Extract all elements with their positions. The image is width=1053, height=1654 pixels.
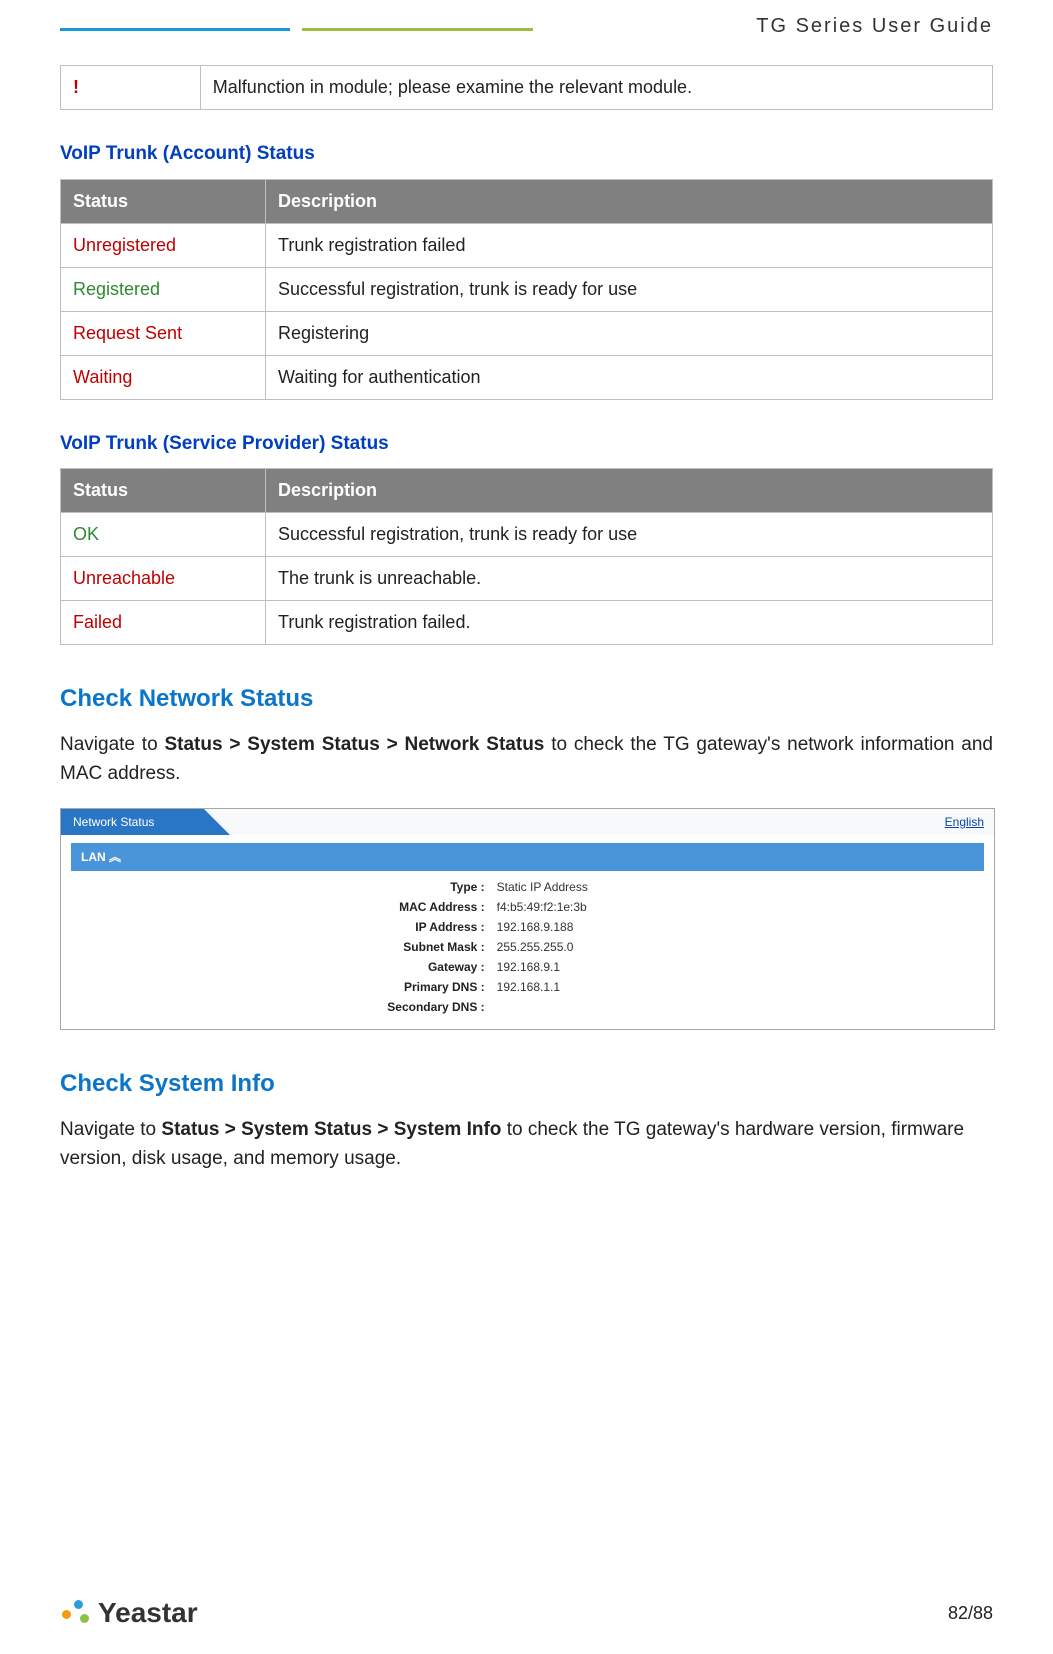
page-number: 82/88 bbox=[948, 1600, 993, 1627]
field-value: f4:b5:49:f2:1e:3b bbox=[491, 897, 994, 917]
brand-name: Yeastar bbox=[98, 1592, 198, 1634]
field-label: Gateway : bbox=[61, 957, 491, 977]
breadcrumb-path: Status > System Status > System Info bbox=[161, 1119, 501, 1140]
field-value: 192.168.1.1 bbox=[491, 977, 994, 997]
logo-icon bbox=[60, 1598, 90, 1628]
status-value: OK bbox=[73, 524, 99, 544]
field-label: Primary DNS : bbox=[61, 977, 491, 997]
table-row: Unreachable The trunk is unreachable. bbox=[61, 557, 993, 601]
heading-network-status: Check Network Status bbox=[60, 681, 993, 717]
brand-logo: Yeastar bbox=[60, 1592, 198, 1634]
field-label: Secondary DNS : bbox=[61, 997, 491, 1017]
text: Navigate to bbox=[60, 734, 164, 755]
status-desc: Successful registration, trunk is ready … bbox=[266, 267, 993, 311]
field-value: 192.168.9.1 bbox=[491, 957, 994, 977]
table-row: OK Successful registration, trunk is rea… bbox=[61, 513, 993, 557]
section-account-status-title: VoIP Trunk (Account) Status bbox=[60, 140, 993, 169]
status-desc: Successful registration, trunk is ready … bbox=[266, 513, 993, 557]
panel-tab[interactable]: Network Status bbox=[61, 809, 204, 835]
field-label: IP Address : bbox=[61, 917, 491, 937]
status-value: Waiting bbox=[73, 367, 132, 387]
malfunction-text: Malfunction in module; please examine th… bbox=[200, 66, 992, 110]
field-label: MAC Address : bbox=[61, 897, 491, 917]
account-status-table: Status Description Unregistered Trunk re… bbox=[60, 179, 993, 400]
sysinfo-paragraph: Navigate to Status > System Status > Sys… bbox=[60, 1116, 993, 1173]
field-value bbox=[491, 997, 994, 1017]
field-label: Type : bbox=[61, 877, 491, 897]
status-desc: The trunk is unreachable. bbox=[266, 557, 993, 601]
table-row: Request Sent Registering bbox=[61, 311, 993, 355]
network-status-panel: Network Status English LAN ︽ Type :Stati… bbox=[60, 808, 995, 1030]
field-value: 255.255.255.0 bbox=[491, 937, 994, 957]
page-footer: Yeastar 82/88 bbox=[60, 1592, 993, 1634]
table-row: Failed Trunk registration failed. bbox=[61, 601, 993, 645]
field-value: 192.168.9.188 bbox=[491, 917, 994, 937]
section-service-provider-title: VoIP Trunk (Service Provider) Status bbox=[60, 430, 993, 459]
col-header-status: Status bbox=[61, 179, 266, 223]
status-value: Failed bbox=[73, 612, 122, 632]
doc-header-title: TG Series User Guide bbox=[60, 11, 993, 41]
status-desc: Trunk registration failed. bbox=[266, 601, 993, 645]
table-row: Waiting Waiting for authentication bbox=[61, 355, 993, 399]
status-value: Request Sent bbox=[73, 323, 182, 343]
warning-icon: ! bbox=[73, 77, 79, 97]
status-desc: Registering bbox=[266, 311, 993, 355]
heading-system-info: Check System Info bbox=[60, 1066, 993, 1102]
status-desc: Waiting for authentication bbox=[266, 355, 993, 399]
col-header-description: Description bbox=[266, 179, 993, 223]
table-row: Unregistered Trunk registration failed bbox=[61, 223, 993, 267]
network-fields: Type :Static IP Address MAC Address :f4:… bbox=[61, 871, 994, 1029]
status-value: Registered bbox=[73, 279, 160, 299]
breadcrumb-path: Status > System Status > Network Status bbox=[164, 734, 544, 755]
col-header-description: Description bbox=[266, 469, 993, 513]
col-header-status: Status bbox=[61, 469, 266, 513]
field-value: Static IP Address bbox=[491, 877, 994, 897]
lan-section-header[interactable]: LAN ︽ bbox=[71, 843, 984, 871]
service-provider-status-table: Status Description OK Successful registr… bbox=[60, 468, 993, 645]
field-label: Subnet Mask : bbox=[61, 937, 491, 957]
language-link[interactable]: English bbox=[945, 813, 984, 831]
status-desc: Trunk registration failed bbox=[266, 223, 993, 267]
table-row: Registered Successful registration, trun… bbox=[61, 267, 993, 311]
text: Navigate to bbox=[60, 1119, 161, 1140]
status-value: Unregistered bbox=[73, 235, 176, 255]
malfunction-table: ! Malfunction in module; please examine … bbox=[60, 65, 993, 110]
status-value: Unreachable bbox=[73, 568, 175, 588]
netstatus-paragraph: Navigate to Status > System Status > Net… bbox=[60, 731, 993, 788]
